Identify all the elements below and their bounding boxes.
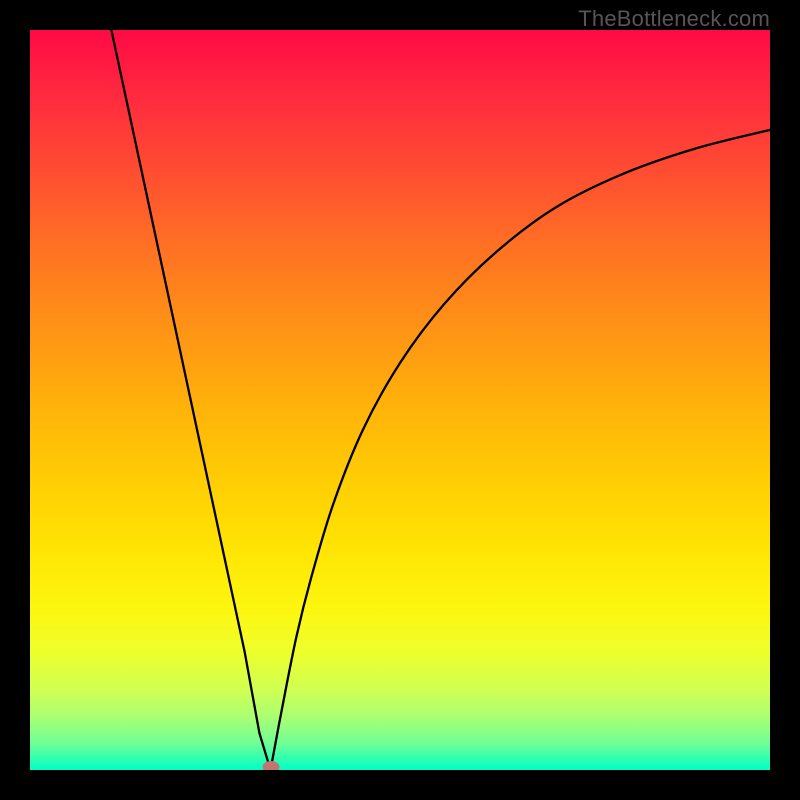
source-label: TheBottleneck.com	[578, 6, 770, 32]
curve-layer	[30, 30, 770, 770]
bottleneck-curve	[111, 30, 770, 770]
chart-frame: TheBottleneck.com	[0, 0, 800, 800]
plot-area	[30, 30, 770, 770]
minimum-marker	[262, 761, 279, 770]
